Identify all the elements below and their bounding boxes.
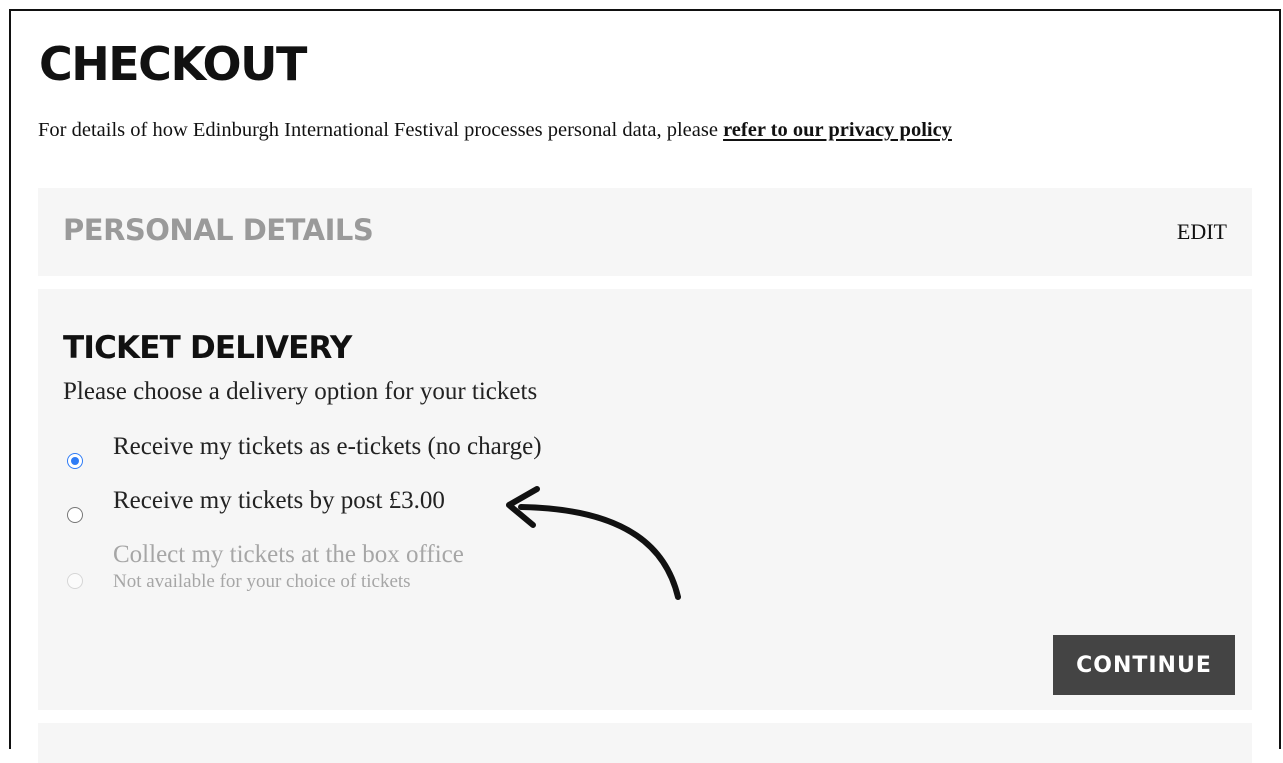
privacy-policy-link[interactable]: refer to our privacy policy	[723, 119, 952, 141]
box-office-sublabel: Not available for your choice of tickets	[113, 571, 411, 592]
edit-personal-details-link[interactable]: EDIT	[1177, 219, 1227, 245]
ticket-delivery-title: TICKET DELIVERY	[63, 330, 352, 366]
eticket-label[interactable]: Receive my tickets as e-tickets (no char…	[113, 433, 542, 461]
continue-button[interactable]: CONTINUE	[1053, 635, 1235, 695]
privacy-notice-text: For details of how Edinburgh Internation…	[38, 119, 724, 141]
box-office-label: Collect my tickets at the box office	[113, 541, 464, 568]
personal-details-title: PERSONAL DETAILS	[63, 213, 374, 247]
page-title: CHECKOUT	[39, 37, 307, 91]
eticket-radio[interactable]	[67, 453, 83, 469]
box-office-radio	[67, 573, 83, 589]
curved-arrow-icon	[506, 486, 681, 600]
personal-details-panel: PERSONAL DETAILS EDIT	[38, 188, 1252, 276]
checkout-frame: CHECKOUT For details of how Edinburgh In…	[9, 9, 1281, 763]
privacy-notice: For details of how Edinburgh Internation…	[38, 119, 952, 142]
next-section-panel	[38, 723, 1252, 763]
post-radio[interactable]	[67, 507, 83, 523]
post-label[interactable]: Receive my tickets by post £3.00	[113, 487, 445, 515]
delivery-prompt: Please choose a delivery option for your…	[63, 378, 538, 405]
